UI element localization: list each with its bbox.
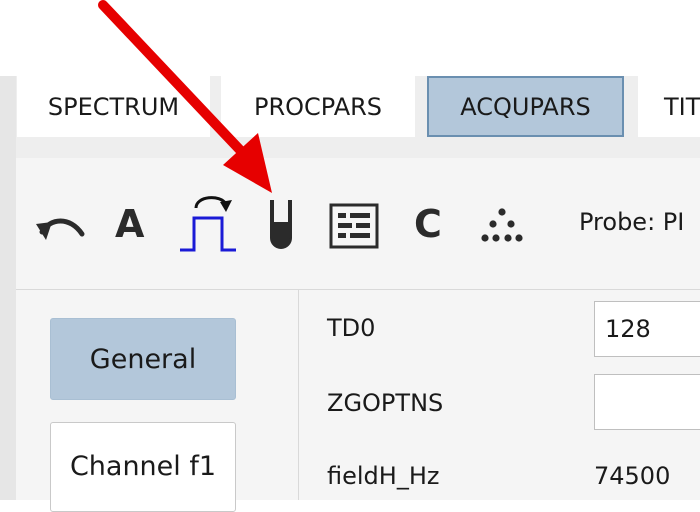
- letter-a-icon[interactable]: A: [115, 202, 144, 246]
- pulse-sequence-icon[interactable]: [176, 190, 240, 256]
- td0-input[interactable]: 128: [594, 301, 700, 357]
- tab-spectrum[interactable]: SPECTRUM: [17, 76, 210, 137]
- tab-title[interactable]: TIT: [638, 76, 700, 137]
- nav-channel-f1-label: Channel f1: [69, 451, 217, 482]
- param-label-fieldh-hz: fieldH_Hz: [327, 462, 440, 490]
- nav-channel-f1-button[interactable]: Channel f1: [50, 422, 236, 512]
- probe-label: Probe: PI: [579, 208, 685, 236]
- parameter-table-icon[interactable]: [328, 202, 380, 250]
- column-divider: [298, 290, 299, 500]
- window-edge: [0, 76, 16, 500]
- tab-acqupars[interactable]: ACQUPARS: [427, 76, 624, 137]
- nav-general-label: General: [89, 343, 197, 375]
- tab-acqupars-label: ACQUPARS: [460, 92, 591, 121]
- tab-procpars-label: PROCPARS: [253, 92, 383, 121]
- param-label-td0: TD0: [327, 314, 376, 342]
- zgoptns-input[interactable]: [594, 374, 700, 430]
- tab-title-label: TIT: [664, 92, 700, 121]
- sample-tube-icon[interactable]: [263, 196, 299, 252]
- undo-icon[interactable]: [32, 204, 88, 248]
- letter-c-icon[interactable]: C: [414, 202, 442, 246]
- tab-spectrum-label: SPECTRUM: [47, 92, 180, 121]
- fieldh-hz-value: 74500: [594, 462, 671, 490]
- param-label-zgoptns: ZGOPTNS: [327, 389, 444, 417]
- nav-general-button[interactable]: General: [50, 318, 236, 400]
- tab-procpars[interactable]: PROCPARS: [221, 76, 415, 137]
- dots-triangle-icon[interactable]: [478, 206, 526, 246]
